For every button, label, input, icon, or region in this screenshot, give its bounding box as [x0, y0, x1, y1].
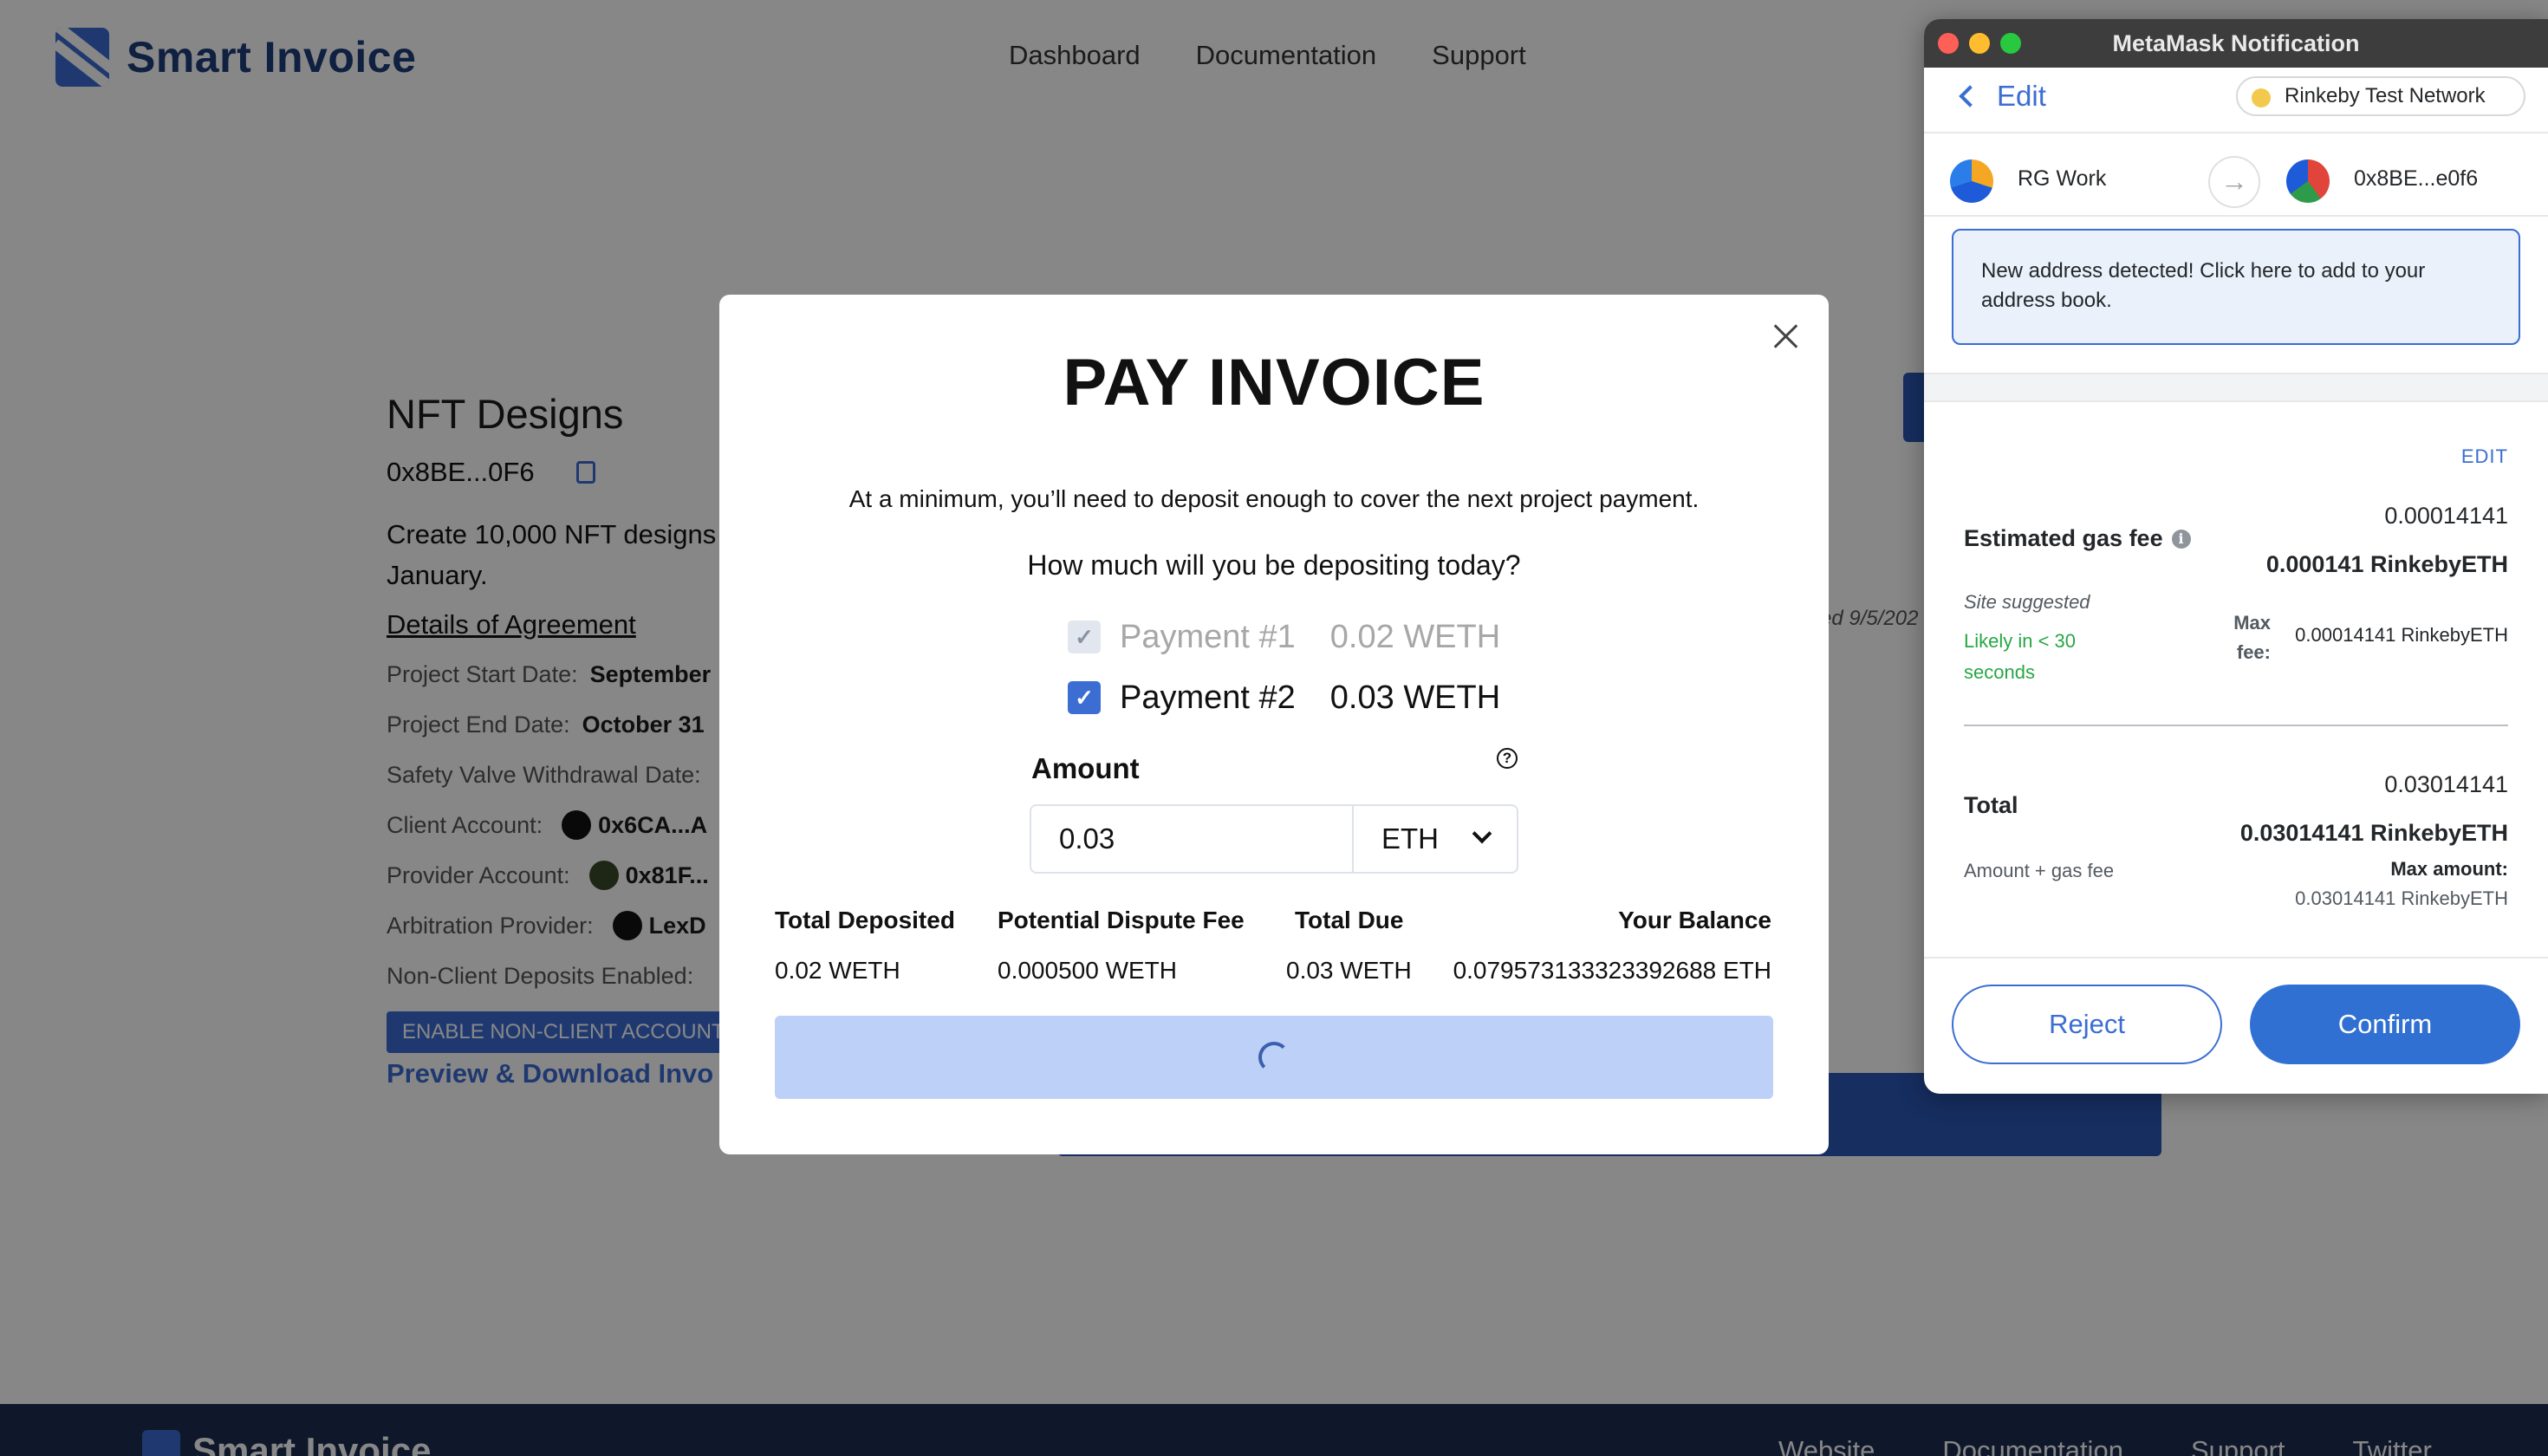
total-main: 0.03014141 RinkebyETH	[2239, 820, 2508, 846]
total-due-value: 0.03 WETH	[1286, 957, 1412, 984]
info-icon[interactable]: i	[2171, 529, 2191, 549]
your-balance-header: Your Balance	[1618, 907, 1771, 933]
payment-1-label: Payment #1	[1120, 618, 1296, 655]
amount-input[interactable]	[1030, 804, 1354, 874]
estimated-gas-text: Estimated gas fee	[1964, 525, 2163, 551]
confirm-button[interactable]: Confirm	[2250, 985, 2520, 1064]
payment-2-label: Payment #2	[1120, 679, 1296, 716]
from-account-name[interactable]: RG Work	[2018, 166, 2106, 192]
amount-gas-label: Amount + gas fee	[1964, 860, 2115, 881]
edit-back-button[interactable]: Edit	[1957, 80, 2046, 113]
window-title: MetaMask Notification	[2112, 30, 2360, 56]
total-deposited-header: Total Deposited	[775, 907, 955, 933]
metamask-window: MetaMask Notification Edit Rinkeby Test …	[1924, 19, 2548, 1094]
payment-2-amount: 0.03 WETH	[1329, 679, 1501, 716]
payment-1-checkbox: ✓	[1068, 621, 1101, 653]
dispute-fee-value: 0.000500 WETH	[998, 957, 1177, 984]
from-account-avatar	[1950, 159, 1993, 203]
max-amount-label: Max amount:	[2390, 858, 2508, 880]
new-address-alert[interactable]: New address detected! Click here to add …	[1952, 229, 2520, 345]
reject-button[interactable]: Reject	[1952, 985, 2222, 1064]
gas-fee-small: 0.00014141	[2384, 503, 2508, 529]
payment-1-row: ✓ Payment #1 0.02 WETH	[1068, 619, 1500, 655]
chevron-left-icon	[1959, 85, 1981, 107]
to-account-address[interactable]: 0x8BE...e0f6	[2354, 166, 2478, 192]
currency-select[interactable]: ETH	[1352, 804, 1518, 874]
arrow-right-icon: →	[2208, 156, 2260, 208]
modal-subtitle: At a minimum, you’ll need to deposit eno…	[848, 485, 1700, 512]
modal-title: PAY INVOICE	[1063, 346, 1485, 419]
section-divider	[1924, 373, 2548, 402]
total-small: 0.03014141	[2384, 771, 2508, 797]
payment-1-amount: 0.02 WETH	[1329, 618, 1501, 655]
total-deposited-value: 0.02 WETH	[775, 957, 900, 984]
help-icon[interactable]: ?	[1497, 748, 1518, 769]
amount-label: Amount	[1031, 752, 1140, 784]
account-transfer-row: RG Work → 0x8BE...e0f6	[1924, 132, 2548, 217]
payment-2-checkbox[interactable]: ✓	[1068, 681, 1101, 714]
max-amount-value: 0.03014141 RinkebyETH	[2295, 887, 2508, 909]
chevron-down-icon	[1472, 823, 1492, 844]
edit-gas-link[interactable]: EDIT	[2461, 445, 2508, 468]
footer-divider	[1924, 957, 2548, 959]
total-due-header: Total Due	[1295, 907, 1404, 933]
network-name: Rinkeby Test Network	[2285, 84, 2486, 107]
window-titlebar[interactable]: MetaMask Notification	[1924, 19, 2548, 68]
deposit-question: How much will you be depositing today?	[1027, 549, 1521, 581]
site-suggested-label: Site suggested	[1964, 591, 2090, 613]
dispute-fee-header: Potential Dispute Fee	[998, 907, 1245, 933]
to-account-avatar	[2286, 159, 2330, 203]
likely-time-label: Likely in < 30 seconds	[1964, 630, 2077, 683]
max-fee-value: 0.00014141 RinkebyETH	[2295, 624, 2508, 646]
network-dot-icon	[2252, 88, 2271, 107]
estimated-gas-label: Estimated gas fee i	[1964, 525, 2191, 552]
currency-value: ETH	[1381, 822, 1439, 855]
gas-fee-main: 0.000141 RinkebyETH	[2265, 551, 2508, 577]
max-fee-label: Max fee:	[2233, 612, 2271, 663]
total-label: Total	[1964, 792, 2018, 818]
payment-2-row: ✓ Payment #2 0.03 WETH	[1068, 679, 1500, 716]
your-balance-value: 0.079573133323392688 ETH	[1453, 957, 1771, 984]
divider	[1964, 725, 2508, 726]
loading-spinner-icon	[1258, 1042, 1290, 1073]
edit-label: Edit	[1997, 80, 2046, 112]
network-selector[interactable]: Rinkeby Test Network	[2236, 76, 2525, 116]
